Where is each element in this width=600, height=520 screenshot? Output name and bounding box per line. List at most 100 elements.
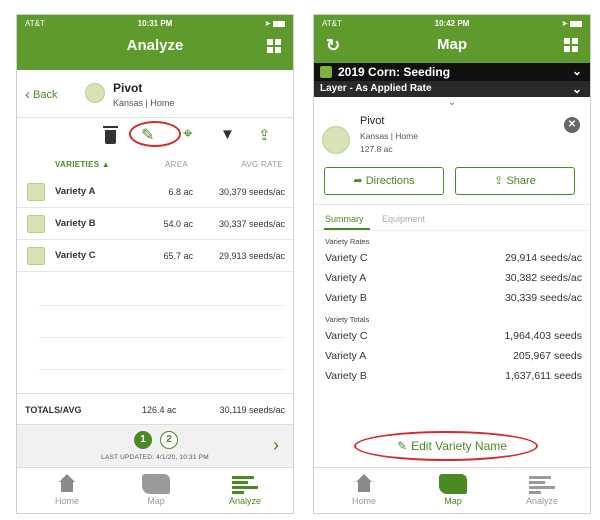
variety-value: 1,964,403 seeds (504, 330, 582, 342)
page-2-button[interactable]: 2 (160, 431, 178, 449)
status-time: 10:42 PM (434, 19, 470, 28)
field-name: Pivot (360, 115, 385, 127)
variety-name: Variety A (55, 186, 96, 197)
chevron-down-icon: ⌄ (571, 82, 582, 96)
tab-summary[interactable]: Summary (325, 214, 364, 224)
table-row[interactable]: Variety C 65.7 ac 29,913 seeds/ac (17, 240, 293, 272)
pencil-edit-icon: ✎ (397, 439, 408, 453)
field-avatar (322, 126, 350, 154)
variety-value: 30,382 seeds/ac (504, 272, 582, 284)
status-bar: AT&T 10:31 PM ➤ (17, 15, 293, 31)
field-size: 127.8 ac (360, 144, 393, 154)
variety-totals-title: Variety Totals (325, 315, 370, 324)
tab-map[interactable]: Map (110, 468, 202, 513)
directions-button[interactable]: ➦ Directions (324, 167, 444, 195)
field-card-header: Pivot Kansas | Home 127.8 ac ✕ (314, 111, 590, 163)
chevron-down-icon: ⌄ (571, 64, 582, 78)
chevron-left-icon: ‹ (25, 86, 30, 103)
variety-label: Variety B (325, 370, 367, 382)
map-icon (142, 474, 170, 494)
analyze-screen: AT&T 10:31 PM ➤ Analyze ‹ Back Pivot Kans… (16, 14, 294, 514)
locate-icon[interactable]: ⌖ (183, 124, 193, 144)
top-bar: AT&T 10:42 PM ➤ ↻ Map (314, 15, 590, 63)
variety-color-swatch[interactable] (27, 183, 45, 201)
totals-row: TOTALS/AVG 126.4 ac 30,119 seeds/ac (17, 393, 293, 425)
variety-label: Variety B (325, 292, 367, 304)
variety-color-swatch[interactable] (27, 215, 45, 233)
back-button[interactable]: ‹ Back (25, 86, 57, 103)
variety-color-swatch[interactable] (27, 247, 45, 265)
battery-icon: ➤ (264, 19, 285, 28)
varieties-column-header[interactable]: VARIETIES ▲ (55, 160, 110, 169)
tab-map[interactable]: Map (407, 468, 499, 513)
filter-icon[interactable]: ▼ (220, 126, 235, 143)
variety-label: Variety C (325, 330, 368, 342)
variety-rates-title: Variety Rates (325, 237, 370, 246)
table-row[interactable]: Variety B 54.0 ac 30,337 seeds/ac (17, 208, 293, 240)
tab-bar: Home Map Analyze (17, 467, 293, 513)
highlight-circle (129, 121, 181, 147)
tab-home-label: Home (351, 496, 376, 506)
variety-value: 29,914 seeds/ac (504, 252, 582, 264)
tab-equipment[interactable]: Equipment (382, 214, 425, 224)
tab-map-label: Map (444, 496, 462, 506)
share-label: Share (506, 175, 536, 187)
field-avatar (85, 83, 105, 103)
table-row[interactable]: Variety A 6.8 ac 30,379 seeds/ac (17, 176, 293, 208)
variety-name: Variety C (55, 250, 96, 261)
operation-selector[interactable]: 2019 Corn: Seeding ⌄ (314, 63, 590, 81)
home-icon (58, 474, 76, 494)
avg-rate-column-header[interactable]: AVG RATE (241, 160, 283, 169)
tab-home-label: Home (54, 496, 79, 506)
edit-variety-label: Edit Variety Name (411, 439, 507, 453)
page-title: Analyze (126, 37, 184, 54)
variety-rate: 30,379 seeds/ac (218, 187, 285, 197)
grid-menu-icon[interactable] (267, 39, 281, 53)
tab-home[interactable]: Home (318, 468, 410, 513)
close-icon[interactable]: ✕ (564, 117, 580, 133)
field-name: Pivot (113, 81, 143, 95)
variety-name: Variety B (55, 218, 96, 229)
tab-map-label: Map (147, 496, 165, 506)
tab-home[interactable]: Home (21, 468, 113, 513)
variety-label: Variety A (325, 272, 367, 284)
trash-icon[interactable] (103, 126, 118, 144)
area-column-header[interactable]: AREA (165, 160, 188, 169)
share-icon[interactable]: ⇪ (258, 126, 271, 144)
list-item: Variety B 1,637,611 seeds (314, 367, 590, 387)
variety-value: 1,637,611 seeds (505, 370, 582, 382)
field-header: ‹ Back Pivot Kansas | Home (17, 70, 293, 118)
action-buttons: ➦ Directions ⇪ Share (314, 163, 590, 205)
divider (39, 337, 285, 338)
directions-arrow-icon: ➦ (353, 175, 366, 187)
page-title: Map (437, 36, 467, 53)
segment-tabs: Summary Equipment (314, 205, 590, 231)
operation-title: 2019 Corn: Seeding (338, 65, 451, 79)
tab-analyze[interactable]: Analyze (199, 468, 291, 513)
map-icon (439, 474, 467, 494)
last-updated: LAST UPDATED: 4/1/20, 10:31 PM (101, 454, 209, 461)
layer-selector[interactable]: Layer - As Applied Rate ⌄ (314, 81, 590, 97)
share-icon: ⇪ (494, 175, 507, 187)
status-bar: AT&T 10:42 PM ➤ (314, 15, 590, 31)
home-icon (355, 474, 373, 494)
grid-menu-icon[interactable] (564, 38, 578, 52)
page-1-button[interactable]: 1 (134, 431, 152, 449)
pencil-edit-icon[interactable]: ✎ (141, 125, 154, 145)
toolbar: ✎ ⌖ ▼ ⇪ (17, 118, 293, 154)
variety-rate: 30,337 seeds/ac (218, 219, 285, 229)
analyze-bars-icon (232, 474, 258, 494)
chevron-right-icon[interactable]: › (273, 435, 279, 456)
drawer-handle-icon[interactable]: ⌄ (314, 97, 590, 111)
variety-value: 205,967 seeds (513, 350, 582, 362)
operation-color-swatch (320, 66, 332, 78)
table-header: VARIETIES ▲ AREA AVG RATE (17, 154, 293, 176)
list-item: Variety C 29,914 seeds/ac (314, 249, 590, 269)
edit-variety-name-button[interactable]: ✎ Edit Variety Name (314, 439, 590, 453)
tab-analyze[interactable]: Analyze (496, 468, 588, 513)
tab-analyze-label: Analyze (525, 496, 559, 506)
variety-value: 30,339 seeds/ac (504, 292, 582, 304)
field-location: Kansas | Home (360, 131, 418, 141)
share-button[interactable]: ⇪ Share (455, 167, 575, 195)
field-location: Kansas | Home (113, 98, 175, 108)
